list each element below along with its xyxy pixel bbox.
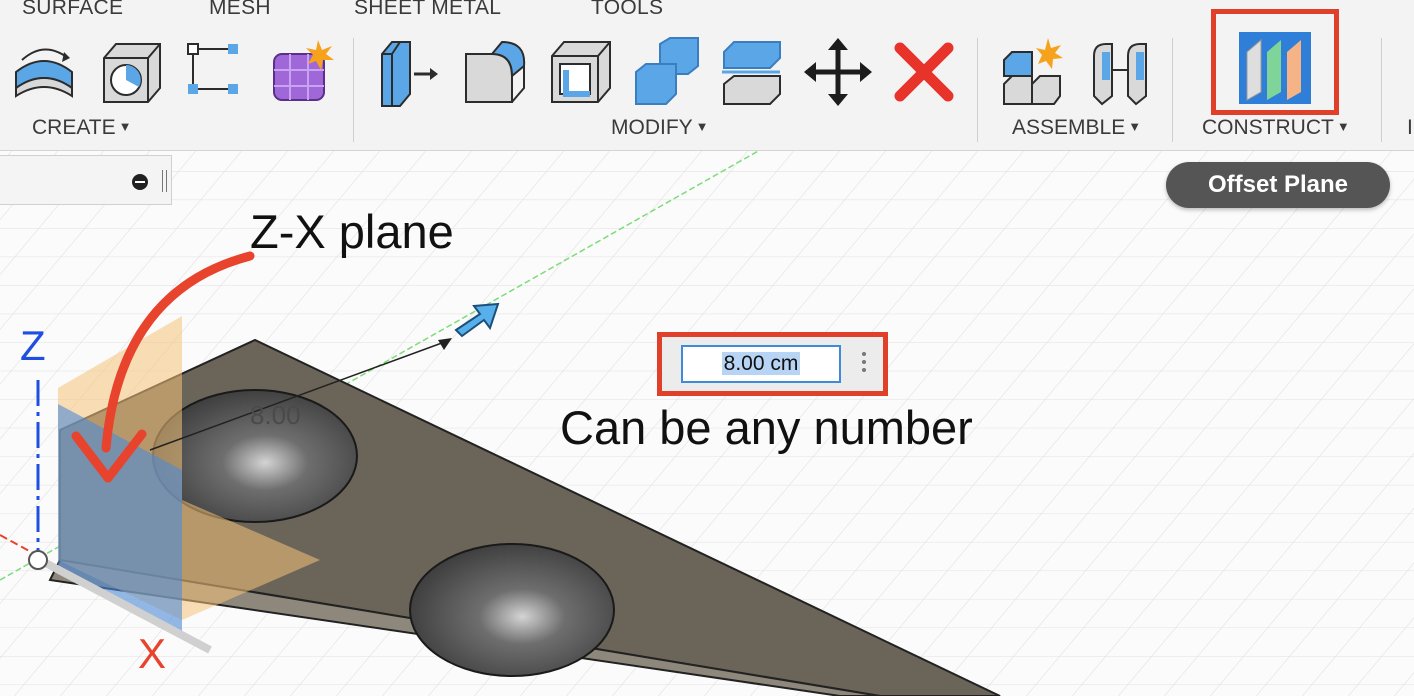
create-label: CREATE <box>32 116 116 139</box>
distance-input[interactable]: 8.00 cm <box>681 345 841 383</box>
toolbar: SURFACE MESH SHEET METAL TOOLS CREATE ▼ M… <box>0 0 1414 151</box>
hole-2 <box>409 543 615 677</box>
any-number-annotation: Can be any number <box>560 401 973 454</box>
divider <box>353 38 354 142</box>
z-axis-label: Z <box>20 322 46 369</box>
distance-value: 8.00 cm <box>721 352 801 375</box>
construct-menu[interactable]: CONSTRUCT ▼ <box>1202 116 1350 140</box>
offset-face-icon[interactable] <box>716 36 788 108</box>
dimension-ghost-text: 8.00 <box>250 400 301 430</box>
more-options-icon[interactable] <box>860 349 868 379</box>
chevron-down-icon: ▼ <box>118 119 132 134</box>
joint-icon[interactable] <box>1084 36 1156 108</box>
press-pull-icon[interactable] <box>372 36 444 108</box>
tab-surface[interactable]: SURFACE <box>22 0 123 20</box>
construct-label: CONSTRUCT <box>1202 116 1334 139</box>
tab-sheet-metal[interactable]: SHEET METAL <box>354 0 501 20</box>
chevron-down-icon: ▼ <box>695 119 709 134</box>
distance-input-highlight: 8.00 cm <box>657 332 888 396</box>
move-icon[interactable] <box>802 36 874 108</box>
collapse-icon[interactable] <box>132 174 148 190</box>
origin-point <box>28 550 48 570</box>
divider <box>977 38 978 142</box>
extrude-icon[interactable] <box>8 36 80 108</box>
inspect-menu[interactable]: I <box>1407 116 1413 140</box>
tooltip: Offset Plane <box>1166 162 1390 208</box>
divider <box>1381 38 1382 142</box>
hole-icon[interactable] <box>94 36 166 108</box>
combine-icon[interactable] <box>630 36 702 108</box>
assemble-label: ASSEMBLE <box>1012 116 1126 139</box>
zx-plane-annotation: Z-X plane <box>250 205 454 258</box>
assemble-menu[interactable]: ASSEMBLE ▼ <box>1012 116 1141 140</box>
construct-highlight <box>1211 9 1339 115</box>
new-component-icon[interactable] <box>998 36 1070 108</box>
create-menu[interactable]: CREATE ▼ <box>32 116 132 140</box>
delete-icon[interactable] <box>888 36 960 108</box>
form-icon[interactable] <box>266 36 338 108</box>
modify-menu[interactable]: MODIFY ▼ <box>611 116 709 140</box>
tab-tools[interactable]: TOOLS <box>591 0 663 20</box>
browser-panel-header <box>0 155 172 205</box>
shell-icon[interactable] <box>544 36 616 108</box>
x-axis-label: X <box>138 630 167 677</box>
divider <box>1172 38 1173 142</box>
chevron-down-icon: ▼ <box>1128 119 1142 134</box>
panel-grip-icon[interactable] <box>162 170 167 192</box>
fillet-icon[interactable] <box>458 36 530 108</box>
chevron-down-icon: ▼ <box>1336 119 1350 134</box>
sketch-icon[interactable] <box>180 36 252 108</box>
tab-mesh[interactable]: MESH <box>209 0 271 20</box>
modify-label: MODIFY <box>611 116 693 139</box>
